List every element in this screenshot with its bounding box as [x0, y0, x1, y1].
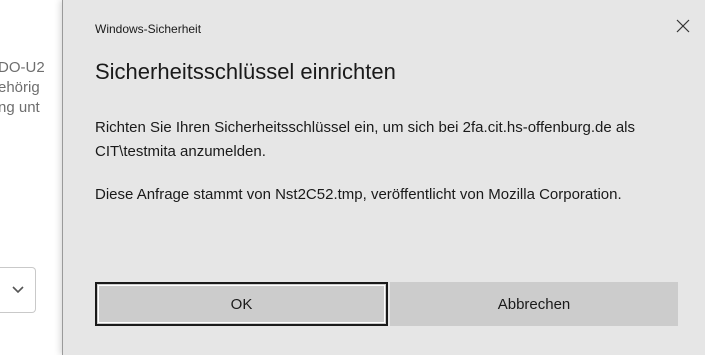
ok-button-label: OK: [230, 295, 253, 313]
message-paragraph: Diese Anfrage stammt von Nst2C52.tmp, ve…: [95, 186, 622, 203]
background-text-line: DO-U2: [0, 59, 45, 76]
dialog-title: Sicherheitsschlüssel einrichten: [95, 59, 396, 84]
close-icon: [676, 19, 690, 38]
background-page-text: DO-U2 ehörig ng unt: [0, 58, 70, 118]
background-text-line: ng unt: [0, 99, 40, 116]
windows-security-dialog: Windows-Sicherheit Sicherheitsschlüssel …: [62, 0, 705, 355]
dialog-caption: Windows-Sicherheit: [95, 22, 202, 36]
chevron-down-icon: [11, 286, 24, 294]
screen: DO-U2 ehörig ng unt Windows-Sicherheit S…: [0, 0, 705, 355]
background-dropdown[interactable]: [0, 267, 36, 313]
message-paragraph: Richten Sie Ihren Sicherheitsschlüssel e…: [95, 119, 636, 160]
ok-button[interactable]: OK: [95, 282, 388, 326]
cancel-button-label: Abbrechen: [497, 295, 571, 313]
background-text-line: ehörig: [0, 79, 40, 96]
cancel-button[interactable]: Abbrechen: [390, 282, 678, 326]
dialog-message: Richten Sie Ihren Sicherheitsschlüssel e…: [95, 116, 675, 207]
close-button[interactable]: [669, 14, 697, 42]
